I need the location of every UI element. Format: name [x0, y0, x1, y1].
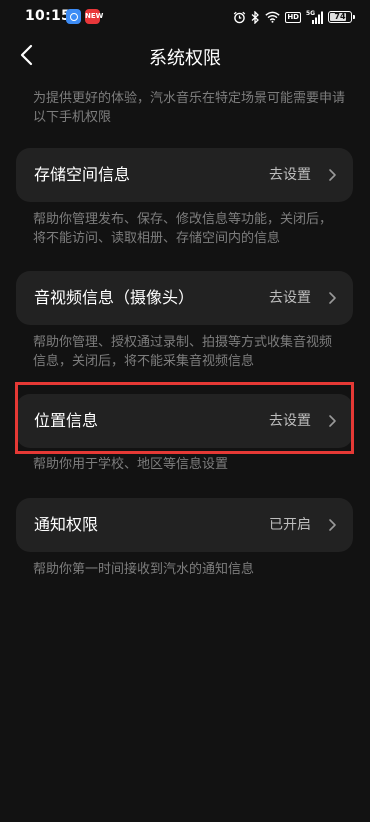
- news-notification-icon: NEW: [85, 9, 103, 24]
- permission-title: 存储空间信息: [34, 165, 131, 184]
- alarm-icon: [234, 11, 246, 23]
- wifi-icon: [265, 11, 280, 23]
- permission-status: 去设置: [269, 413, 311, 429]
- battery-level: 74: [334, 12, 346, 21]
- permission-description: 帮助你第一时间接收到汽水的通知信息: [33, 562, 255, 577]
- permission-description: 帮助你管理发布、保存、修改信息等功能，关闭后，将不能访问、读取相册、存储空间内的…: [33, 212, 333, 246]
- permission-title: 通知权限: [34, 515, 99, 534]
- permission-status: 已开启: [269, 517, 311, 533]
- chevron-right-icon: [329, 169, 336, 181]
- chevron-right-icon: [329, 519, 336, 531]
- status-bar: 10:15 NEW HD 5G 74: [0, 0, 370, 34]
- permission-status: 去设置: [269, 167, 311, 183]
- chevron-right-icon: [329, 292, 336, 304]
- permission-description: 帮助你用于学校、地区等信息设置: [33, 457, 229, 472]
- hd-voice-badge: HD: [285, 11, 301, 23]
- page-title: 系统权限: [149, 48, 221, 69]
- permission-description: 帮助你管理、授权通过录制、拍摄等方式收集音视频信息，关闭后，将不能采集音视频信息: [33, 335, 333, 369]
- permission-notification-item[interactable]: 通知权限 已开启: [16, 498, 353, 552]
- battery-icon: 74: [328, 11, 355, 23]
- permission-title: 位置信息: [34, 411, 99, 430]
- bluetooth-icon: [251, 10, 260, 24]
- permission-status: 去设置: [269, 290, 311, 306]
- chevron-right-icon: [329, 415, 336, 427]
- permission-storage-item[interactable]: 存储空间信息 去设置: [16, 148, 353, 202]
- cellular-signal: 5G: [306, 10, 323, 24]
- app-notification-icon: [66, 9, 81, 24]
- status-time: 10:15: [25, 8, 72, 24]
- intro-text: 为提供更好的体验，汽水音乐在特定场景可能需要申请以下手机权限: [33, 91, 346, 125]
- permission-location-item[interactable]: 位置信息 去设置: [16, 394, 353, 448]
- status-indicators: HD 5G 74: [233, 8, 355, 26]
- permission-camera-item[interactable]: 音视频信息（摄像头） 去设置: [16, 271, 353, 325]
- signal-bars-icon: [312, 11, 323, 24]
- permission-title: 音视频信息（摄像头）: [34, 288, 195, 307]
